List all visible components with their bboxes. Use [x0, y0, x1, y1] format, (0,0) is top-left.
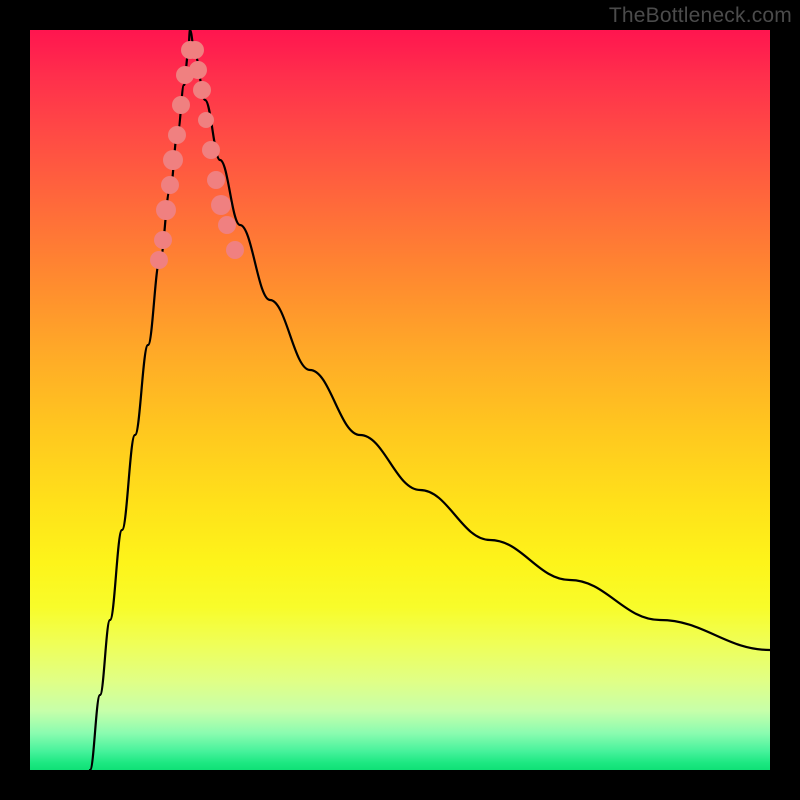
background-gradient: [30, 30, 770, 770]
watermark-text: TheBottleneck.com: [609, 4, 792, 28]
plot-area: [30, 30, 770, 770]
chart-frame: TheBottleneck.com: [0, 0, 800, 800]
